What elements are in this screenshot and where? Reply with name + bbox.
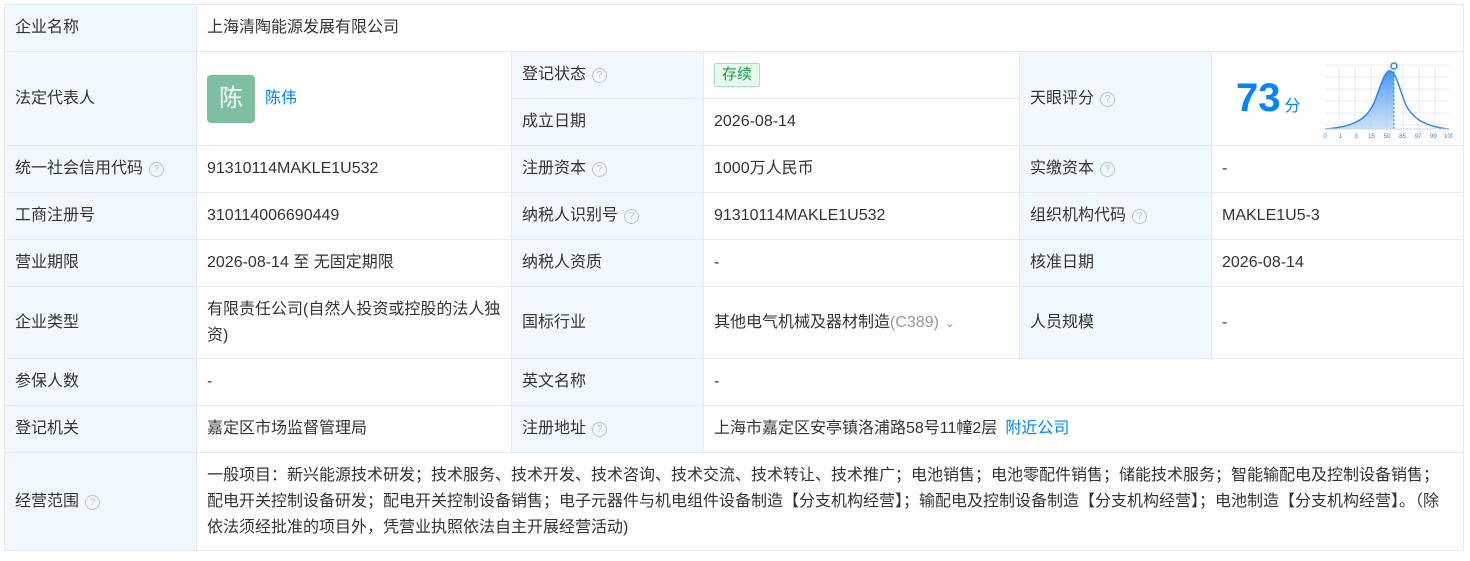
chart-tick-label: 97 bbox=[1415, 134, 1422, 140]
legal-rep-label: 法定代表人 bbox=[4, 51, 197, 146]
tianyan-score-text: 73 分 bbox=[1222, 78, 1301, 120]
legal-rep-name-link[interactable]: 陈伟 bbox=[265, 86, 297, 112]
legal-rep-person: 陈 陈伟 bbox=[207, 74, 501, 123]
credit-code-value: 91310114MAKLE1U532 bbox=[196, 145, 512, 193]
help-icon[interactable]: ? bbox=[592, 68, 608, 83]
credit-code-label-cell: 统一社会信用代码? bbox=[4, 145, 197, 193]
row-reg-authority: 登记机关 嘉定区市场监督管理局 注册地址? 上海市嘉定区安亭镇洛浦路58号11幢… bbox=[4, 405, 1465, 453]
taxpayer-id-label-cell: 纳税人识别号? bbox=[511, 192, 704, 240]
tianyan-score-cell[interactable]: 73 分 0 1 3 15 50 85 97 99 100 bbox=[1210, 51, 1465, 146]
tianyan-label-cell: 天眼评分? bbox=[1019, 51, 1212, 146]
avatar[interactable]: 陈 bbox=[207, 74, 255, 123]
reg-capital-label-cell: 注册资本? bbox=[511, 145, 704, 193]
row-biz-term: 营业期限 2026-08-14 至 无固定期限 纳税人资质 - 核准日期 202… bbox=[4, 239, 1465, 287]
approval-date-label: 核准日期 bbox=[1019, 239, 1212, 287]
biz-scope-value: 一般项目：新兴能源技术研发；技术服务、技术开发、技术咨询、技术交流、技术转让、技… bbox=[195, 452, 1465, 551]
chart-tick-label: 50 bbox=[1384, 134, 1391, 140]
help-icon[interactable]: ? bbox=[624, 209, 640, 224]
paid-capital-label-cell: 实缴资本? bbox=[1019, 145, 1212, 193]
help-icon[interactable]: ? bbox=[592, 422, 608, 437]
biz-term-label: 营业期限 bbox=[4, 239, 197, 287]
nearby-companies-link[interactable]: 附近公司 bbox=[1005, 420, 1069, 437]
taxpayer-id-value: 91310114MAKLE1U532 bbox=[703, 192, 1020, 240]
score-distribution-chart: 0 1 3 15 50 85 97 99 100 bbox=[1323, 61, 1453, 140]
reg-status-label: 登记状态 bbox=[522, 66, 587, 83]
chart-tick-labels: 0 1 3 15 50 85 97 99 100 bbox=[1323, 134, 1453, 140]
org-code-label: 组织机构代码 bbox=[1030, 207, 1127, 224]
paid-capital-label: 实缴资本 bbox=[1030, 160, 1095, 177]
tianyan-score-unit: 分 bbox=[1284, 97, 1301, 115]
reg-address-value: 上海市嘉定区安亭镇洛浦路58号11幢2层 bbox=[714, 420, 998, 437]
chart-tick-label: 1 bbox=[1339, 134, 1343, 140]
help-icon[interactable]: ? bbox=[85, 494, 101, 510]
english-name-value: - bbox=[702, 358, 1465, 406]
chart-tick-label: 99 bbox=[1430, 134, 1437, 140]
company-name-value: 上海清陶能源发展有限公司 bbox=[195, 4, 1465, 52]
company-info-table: 企业名称 上海清陶能源发展有限公司 法定代表人 陈 陈伟 登记状态? 存续 天眼… bbox=[4, 4, 1465, 551]
insured-label: 参保人数 bbox=[4, 358, 197, 406]
score-marker-dot bbox=[1390, 61, 1398, 70]
industry-code: (C389) bbox=[890, 313, 939, 331]
help-icon[interactable]: ? bbox=[149, 162, 165, 177]
reg-capital-value: 1000万人民币 bbox=[703, 145, 1020, 193]
company-info-table-wrapper: 企业名称 上海清陶能源发展有限公司 法定代表人 陈 陈伟 登记状态? 存续 天眼… bbox=[4, 4, 1465, 551]
company-type-label: 企业类型 bbox=[4, 286, 197, 359]
staff-size-value: - bbox=[1210, 286, 1465, 359]
tianyan-label: 天眼评分 bbox=[1030, 89, 1095, 107]
biz-term-value: 2026-08-14 至 无固定期限 bbox=[196, 239, 512, 287]
english-name-label: 英文名称 bbox=[511, 358, 704, 406]
help-icon[interactable]: ? bbox=[1100, 162, 1116, 177]
tianyan-score-value: 73 bbox=[1236, 75, 1281, 120]
chart-tick-label: 85 bbox=[1399, 134, 1406, 140]
help-icon[interactable]: ? bbox=[1100, 91, 1116, 107]
row-company-type: 企业类型 有限责任公司(自然人投资或控股的法人独资) 国标行业 其他电气机械及器… bbox=[4, 286, 1465, 359]
reg-capital-label: 注册资本 bbox=[522, 160, 587, 177]
reg-authority-label: 登记机关 bbox=[4, 405, 197, 453]
row-insured: 参保人数 - 英文名称 - bbox=[4, 358, 1465, 406]
chart-tick-label: 3 bbox=[1354, 134, 1358, 140]
tianyan-score-box[interactable]: 73 分 0 1 3 15 50 85 97 99 100 bbox=[1222, 57, 1453, 141]
company-name-label: 企业名称 bbox=[4, 4, 197, 52]
chevron-down-icon[interactable]: ⌄ bbox=[945, 310, 955, 336]
taxpayer-qual-label: 纳税人资质 bbox=[511, 239, 704, 287]
credit-code-label: 统一社会信用代码 bbox=[15, 160, 144, 177]
org-code-label-cell: 组织机构代码? bbox=[1019, 192, 1212, 240]
industry-value: 其他电气机械及器材制造 bbox=[714, 313, 891, 331]
chart-tick-label: 0 bbox=[1323, 134, 1327, 140]
insured-value: - bbox=[196, 358, 512, 406]
reg-address-label: 注册地址 bbox=[522, 420, 587, 437]
org-code-value: MAKLE1U5-3 bbox=[1210, 192, 1465, 240]
row-biz-reg-no: 工商注册号 310114006690449 纳税人识别号? 91310114MA… bbox=[4, 192, 1465, 240]
staff-size-label: 人员规模 bbox=[1019, 286, 1212, 359]
row-company-name: 企业名称 上海清陶能源发展有限公司 bbox=[4, 4, 1465, 52]
paid-capital-value: - bbox=[1210, 145, 1465, 193]
taxpayer-qual-value: - bbox=[703, 239, 1020, 287]
industry-label: 国标行业 bbox=[511, 286, 704, 359]
founded-label: 成立日期 bbox=[511, 98, 704, 146]
reg-address-cell: 上海市嘉定区安亭镇洛浦路58号11幢2层 附近公司 bbox=[702, 405, 1465, 453]
legal-rep-cell: 陈 陈伟 bbox=[196, 51, 512, 146]
reg-address-label-cell: 注册地址? bbox=[511, 405, 704, 453]
biz-scope-label-cell: 经营范围? bbox=[4, 452, 197, 551]
chart-tick-label: 15 bbox=[1368, 134, 1375, 140]
reg-authority-value: 嘉定区市场监督管理局 bbox=[196, 405, 512, 453]
biz-scope-label: 经营范围 bbox=[15, 492, 80, 510]
row-credit-code: 统一社会信用代码? 91310114MAKLE1U532 注册资本? 1000万… bbox=[4, 145, 1465, 193]
reg-status-label-cell: 登记状态? bbox=[511, 51, 704, 99]
taxpayer-id-label: 纳税人识别号 bbox=[522, 207, 619, 224]
help-icon[interactable]: ? bbox=[592, 162, 608, 177]
approval-date-value: 2026-08-14 bbox=[1210, 239, 1465, 287]
row-biz-scope: 经营范围? 一般项目：新兴能源技术研发；技术服务、技术开发、技术咨询、技术交流、… bbox=[4, 452, 1465, 551]
company-type-value: 有限责任公司(自然人投资或控股的法人独资) bbox=[196, 286, 512, 359]
biz-reg-no-value: 310114006690449 bbox=[196, 192, 512, 240]
biz-reg-no-label: 工商注册号 bbox=[4, 192, 197, 240]
row-legal-rep: 法定代表人 陈 陈伟 登记状态? 存续 天眼评分? 73 分 0 1 3 15 … bbox=[4, 51, 1465, 146]
founded-value: 2026-08-14 bbox=[703, 98, 1020, 146]
industry-cell[interactable]: 其他电气机械及器材制造(C389) ⌄ bbox=[703, 286, 1020, 359]
reg-status-cell: 存续 bbox=[703, 51, 1020, 99]
status-badge: 存续 bbox=[714, 63, 761, 87]
help-icon[interactable]: ? bbox=[1132, 209, 1148, 224]
chart-tick-label: 100 bbox=[1444, 134, 1453, 140]
